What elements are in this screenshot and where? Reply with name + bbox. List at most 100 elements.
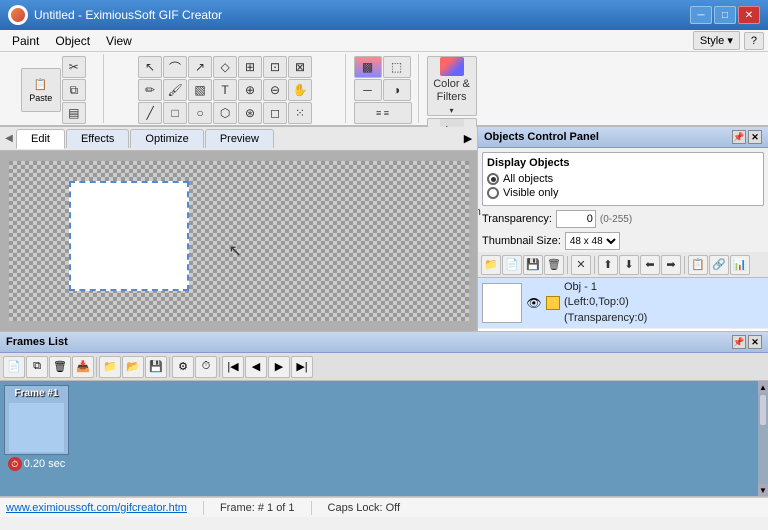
align-btn[interactable]: ≡ ≡ <box>354 102 412 124</box>
format-button[interactable]: ▤ <box>62 102 86 124</box>
website-link[interactable]: www.eximioussoft.com/gifcreator.htm <box>6 502 187 514</box>
help-menu-button[interactable]: ? <box>744 32 764 50</box>
tab-edit[interactable]: Edit <box>16 129 65 149</box>
scroll-up-arrow[interactable]: ▲ <box>758 381 768 393</box>
object-list[interactable]: 👁 Obj - 1 (Left:0,Top:0) (Transparency:0… <box>478 278 768 331</box>
remove-obj-button[interactable]: ✕ <box>571 255 591 275</box>
shape-tool[interactable]: ◇ <box>213 56 237 78</box>
frames-next-button[interactable]: ▶ <box>268 356 290 378</box>
object-list-item[interactable]: 👁 Obj - 1 (Left:0,Top:0) (Transparency:0… <box>478 278 768 329</box>
line-tool[interactable]: ╱ <box>138 102 162 124</box>
style-button[interactable]: Style ▾ <box>693 31 740 50</box>
copy-obj-button[interactable]: 📋 <box>688 255 708 275</box>
move-down-button[interactable]: ⬇ <box>619 255 639 275</box>
frames-open-button[interactable]: 📂 <box>122 356 144 378</box>
close-frames-button[interactable]: ✕ <box>748 335 762 349</box>
paste-button[interactable]: 📋 Paste <box>21 68 61 112</box>
zoom-in-tool[interactable]: ⊕ <box>238 79 262 101</box>
warp-tool[interactable]: ⊠ <box>288 56 312 78</box>
scroll-down-arrow[interactable]: ▼ <box>758 484 768 496</box>
frame-1-item[interactable]: Frame #1 ⏱ 0.20 sec <box>4 385 69 471</box>
frames-sep-3 <box>219 357 220 377</box>
stroke-color-btn[interactable]: ⬚ <box>383 56 411 78</box>
cut-button[interactable]: ✂ <box>62 56 86 78</box>
pen-tool[interactable]: ✏ <box>138 79 162 101</box>
stamp-tool[interactable]: ⊛ <box>238 102 262 124</box>
tab-preview[interactable]: Preview <box>205 129 274 148</box>
spray-tool[interactable]: ⁙ <box>288 102 312 124</box>
hand-tool[interactable]: ✋ <box>288 79 312 101</box>
select-tool[interactable]: ↖ <box>138 56 162 78</box>
thumbnail-select[interactable]: 48 x 48 32 x 32 64 x 64 <box>565 232 620 250</box>
frames-save-button[interactable]: 💾 <box>145 356 167 378</box>
close-button[interactable]: ✕ <box>738 6 760 24</box>
minimize-button[interactable]: ─ <box>690 6 712 24</box>
chart-obj-button[interactable]: 📊 <box>730 255 750 275</box>
canvas-area[interactable]: ↖ <box>0 151 477 331</box>
menu-bar: Paint Object View Style ▾ ? <box>0 30 768 52</box>
color-filters-icon <box>440 57 464 76</box>
maximize-button[interactable]: □ <box>714 6 736 24</box>
move-left-button[interactable]: ⬅ <box>640 255 660 275</box>
frames-import-button[interactable]: 📥 <box>72 356 94 378</box>
menu-object[interactable]: Object <box>47 32 98 50</box>
open-obj-button[interactable]: 📄 <box>502 255 522 275</box>
right-toolbar-group: Color & Filters ▾ ▶ Animation ▾ ? Help &… <box>421 54 483 123</box>
scroll-track[interactable] <box>758 393 768 484</box>
pin-frames-button[interactable]: 📌 <box>732 335 746 349</box>
pin-panel-button[interactable]: 📌 <box>732 130 746 144</box>
frame-1-thumbnail: Frame #1 <box>4 385 69 455</box>
brush-tool[interactable]: 🖌 <box>163 79 187 101</box>
crop-tool[interactable]: ⊡ <box>263 56 287 78</box>
delete-obj-button[interactable]: 🗑 <box>544 255 564 275</box>
scroll-thumb[interactable] <box>760 395 766 425</box>
visible-only-radio[interactable] <box>487 187 499 199</box>
frames-first-button[interactable]: |◀ <box>222 356 244 378</box>
close-panel-button[interactable]: ✕ <box>748 130 762 144</box>
link-obj-button[interactable]: 🔗 <box>709 255 729 275</box>
tab-scroll-right[interactable]: ▶ <box>461 132 475 145</box>
all-objects-radio[interactable] <box>487 173 499 185</box>
arrow-tool[interactable]: ↗ <box>188 56 212 78</box>
frames-delete-button[interactable]: 🗑 <box>49 356 71 378</box>
object-transparency-info: (Transparency:0) <box>564 311 647 326</box>
lasso-tool[interactable]: ⌒ <box>163 56 187 78</box>
opacity-btn[interactable]: ◑ <box>383 79 411 101</box>
object-visibility-toggle[interactable]: 👁 <box>526 295 542 311</box>
transparency-input[interactable] <box>556 210 596 228</box>
frames-folder-button[interactable]: 📁 <box>99 356 121 378</box>
thumbnail-row: Thumbnail Size: 48 x 48 32 x 32 64 x 64 <box>478 230 768 252</box>
frames-prev-button[interactable]: ◀ <box>245 356 267 378</box>
zoom-out-tool[interactable]: ⊖ <box>263 79 287 101</box>
text-tool[interactable]: T <box>213 79 237 101</box>
selected-object-box <box>69 181 189 291</box>
menu-view[interactable]: View <box>98 32 140 50</box>
poly-tool[interactable]: ⬡ <box>213 102 237 124</box>
frames-new-button[interactable]: 📄 <box>3 356 25 378</box>
frames-settings-button[interactable]: ⚙ <box>172 356 194 378</box>
frames-area: Frames List 📌 ✕ 📄 ⧉ 🗑 📥 📁 📂 💾 ⚙ ⏱ |◀ ◀ ▶… <box>0 332 768 497</box>
copy-button[interactable]: ⧉ <box>62 79 86 101</box>
app-title: Untitled - EximiousSoft GIF Creator <box>34 8 222 22</box>
ellipse-tool[interactable]: ○ <box>188 102 212 124</box>
new-obj-button[interactable]: 📁 <box>481 255 501 275</box>
menu-paint[interactable]: Paint <box>4 32 47 50</box>
move-right-button[interactable]: ➡ <box>661 255 681 275</box>
fill-tool[interactable]: ▧ <box>188 79 212 101</box>
frames-vertical-scrollbar[interactable]: ▲ ▼ <box>758 381 768 496</box>
move-up-button[interactable]: ⬆ <box>598 255 618 275</box>
fill-color-btn[interactable]: ▩ <box>354 56 382 78</box>
stroke-width-btn[interactable]: ─ <box>354 79 382 101</box>
tab-optimize[interactable]: Optimize <box>130 129 203 148</box>
rect-tool[interactable]: □ <box>163 102 187 124</box>
save-obj-button[interactable]: 💾 <box>523 255 543 275</box>
tab-scroll-left[interactable]: ◀ <box>2 128 16 150</box>
color-filters-button[interactable]: Color & Filters ▾ <box>427 56 477 116</box>
eraser-tool[interactable]: ◻ <box>263 102 287 124</box>
frames-last-button[interactable]: ▶| <box>291 356 313 378</box>
frames-timer-button[interactable]: ⏱ <box>195 356 217 378</box>
thumbnail-label: Thumbnail Size: <box>482 235 561 247</box>
tab-effects[interactable]: Effects <box>66 129 129 148</box>
transform-tool[interactable]: ⊞ <box>238 56 262 78</box>
frames-duplicate-button[interactable]: ⧉ <box>26 356 48 378</box>
